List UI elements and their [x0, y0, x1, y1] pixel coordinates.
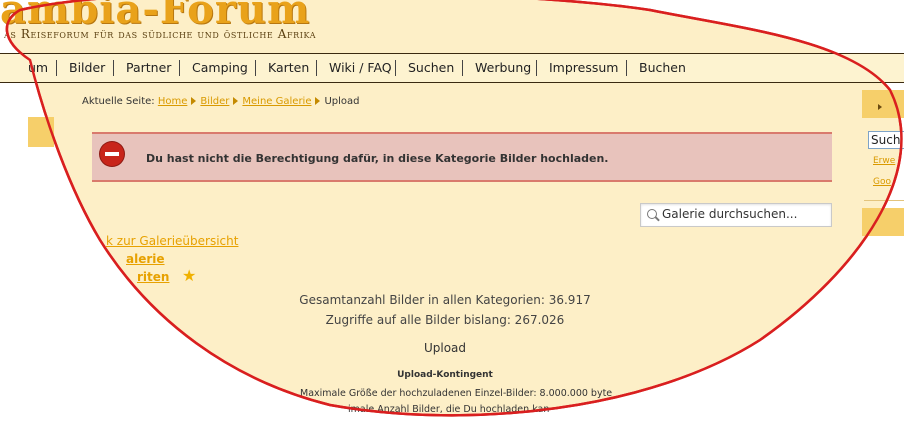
breadcrumb-current: Upload [324, 96, 360, 107]
page: ambia-Forum as Reiseforum für das südlic… [0, 0, 904, 423]
nav-separator [626, 60, 627, 76]
search-icon [647, 209, 657, 219]
nav-separator [462, 60, 463, 76]
max-image-count-text: imale Anzahl Bilder, die Du hochladen ka… [348, 404, 550, 415]
gallery-search-box [640, 203, 832, 227]
breadcrumb-arrow-icon [233, 97, 239, 105]
upload-quota-heading: Upload-Kontingent [397, 370, 493, 380]
sidebar-search-input[interactable]: Such [868, 131, 904, 149]
main-navbar: um Bilder Partner Camping Karten Wiki / … [0, 53, 904, 83]
total-images-stat: Gesamtanzahl Bilder in allen Kategorien:… [299, 293, 591, 307]
breadcrumb-home-link[interactable]: Home [158, 96, 188, 107]
nav-item-karten[interactable]: Karten [268, 60, 309, 75]
page-content: ambia-Forum as Reiseforum für das südlic… [0, 0, 904, 423]
sidebar-divider [864, 200, 904, 201]
nav-separator [56, 60, 57, 76]
nav-item-forum[interactable]: um [28, 60, 48, 75]
right-tab-arrow-icon [878, 104, 882, 110]
nav-item-bilder[interactable]: Bilder [69, 60, 105, 75]
breadcrumb-meine-galerie-link[interactable]: Meine Galerie [242, 96, 311, 107]
total-views-stat: Zugriffe auf alle Bilder bislang: 267.02… [325, 313, 565, 327]
nav-item-partner[interactable]: Partner [126, 60, 171, 75]
error-message-box: Du hast nicht die Berechtigung dafür, in… [92, 132, 832, 182]
gallery-search-input[interactable] [662, 206, 822, 222]
nav-separator [113, 60, 114, 76]
breadcrumb-bilder-link[interactable]: Bilder [200, 96, 229, 107]
max-file-size-text: Maximale Größe der hochzuladenen Einzel-… [300, 388, 613, 399]
right-sidebar-tab-2 [862, 208, 904, 236]
nav-separator [536, 60, 537, 76]
my-gallery-link[interactable]: alerie [126, 252, 165, 266]
error-message: Du hast nicht die Berechtigung dafür, in… [146, 152, 609, 165]
nav-separator [316, 60, 317, 76]
site-subtitle: as Reiseforum für das südliche und östli… [4, 27, 317, 41]
nav-separator [179, 60, 180, 76]
breadcrumb: Aktuelle Seite: Home Bilder Meine Galerie U… [82, 96, 360, 107]
nav-item-buchen[interactable]: Buchen [639, 60, 686, 75]
nav-separator [255, 60, 256, 76]
breadcrumb-arrow-icon [315, 97, 321, 105]
left-sidebar-tab [28, 117, 54, 147]
right-sidebar-tab [862, 90, 904, 118]
back-to-gallery-link[interactable]: k zur Galerieübersicht [106, 234, 238, 248]
breadcrumb-prefix: Aktuelle Seite: [82, 96, 155, 107]
sidebar-google-search-link[interactable]: Goo [873, 177, 891, 187]
nav-item-wiki-faq[interactable]: Wiki / FAQ [329, 60, 392, 75]
sidebar-advanced-search-link[interactable]: Erwe [873, 156, 895, 166]
nav-item-suchen[interactable]: Suchen [408, 60, 454, 75]
breadcrumb-arrow-icon [191, 97, 197, 105]
nav-separator [395, 60, 396, 76]
nav-item-werbung[interactable]: Werbung [475, 60, 531, 75]
star-icon: ★ [182, 266, 197, 285]
nav-item-camping[interactable]: Camping [192, 60, 248, 75]
upload-heading: Upload [423, 341, 467, 355]
no-entry-icon [100, 142, 124, 166]
favorites-link[interactable]: riten [137, 270, 169, 284]
nav-item-impressum[interactable]: Impressum [549, 60, 618, 75]
